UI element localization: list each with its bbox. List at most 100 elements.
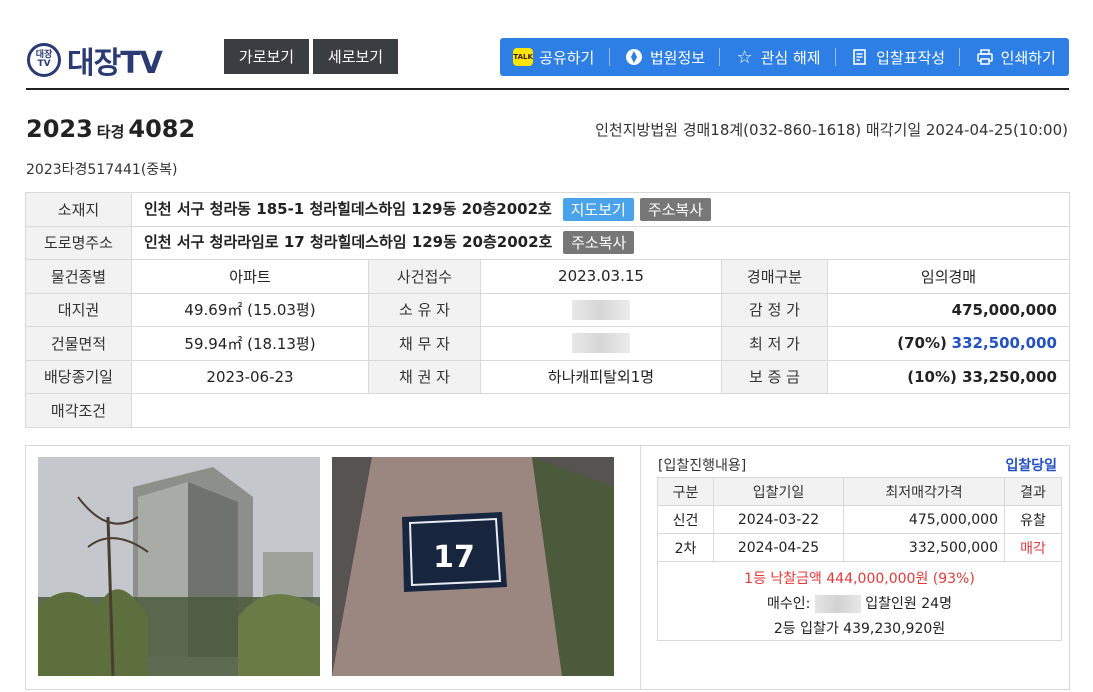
toolbar-divider	[608, 48, 610, 66]
owner-value	[480, 292, 722, 327]
redacted-debtor	[572, 333, 630, 354]
appraisal-amount: 475,000,000	[951, 300, 1057, 319]
share-button[interactable]: TALK 공유하기	[513, 47, 594, 68]
logo-mark-icon: 대장 TV	[27, 43, 61, 77]
site-logo[interactable]: 대장 TV 대장TV	[27, 38, 163, 82]
court-schedule: 인천지방법원 경매18계(032-860-1618) 매각기일 2024-04-…	[595, 121, 1068, 139]
date-cell: 2024-03-22	[713, 505, 844, 534]
court-info-button[interactable]: 법원정보	[624, 47, 705, 68]
action-toolbar: TALK 공유하기 법원정보 ☆ 관심 해제 입찰표작성 인쇄하기	[500, 38, 1069, 76]
receipt-value: 2023.03.15	[480, 259, 722, 294]
header-date: 입찰기일	[713, 477, 844, 506]
road-address: 인천 서구 청라라임로 17 청라힐데스하임 129동 20층2002호	[144, 233, 553, 252]
deadline-value: 2023-06-23	[131, 359, 369, 394]
min-price-label: 최 저 가	[721, 326, 828, 361]
bidder-count: 입찰인원 24명	[865, 596, 952, 612]
map-view-button[interactable]: 지도보기	[562, 197, 634, 221]
auction-type-label: 경매구분	[721, 259, 828, 294]
owner-label: 소 유 자	[368, 292, 481, 327]
vertical-view-button[interactable]: 세로보기	[313, 39, 398, 74]
case-year: 2023	[26, 115, 93, 143]
table-row: 대지권 49.69㎡ (15.03평) 소 유 자 감 정 가 475,000,…	[25, 292, 1070, 327]
copy-address-button[interactable]: 주소복사	[639, 197, 712, 221]
location-address: 인천 서구 청라동 185-1 청라힐데스하임 129동 20층2002호	[144, 199, 552, 218]
table-row: 도로명주소 인천 서구 청라라임로 17 청라힐데스하임 129동 20층200…	[25, 225, 1070, 260]
deposit-amount: (10%) 33,250,000	[907, 367, 1057, 386]
kakaotalk-icon: TALK	[513, 48, 534, 66]
duplicate-case: 2023타경517441(중복)	[26, 162, 178, 178]
receipt-label: 사건접수	[368, 259, 481, 294]
round-cell: 2차	[657, 533, 714, 562]
table-row: 물건종별 아파트 사건접수 2023.03.15 경매구분 임의경매	[25, 259, 1070, 294]
share-label: 공유하기	[539, 48, 595, 67]
unfavorite-button[interactable]: ☆ 관심 해제	[735, 47, 821, 68]
print-label: 인쇄하기	[1000, 48, 1056, 67]
deposit-label: 보 증 금	[721, 359, 828, 394]
header-price: 최저매각가격	[843, 477, 1005, 506]
case-type: 타경	[96, 123, 125, 141]
table-row: 배당종기일 2023-06-23 채 권 자 하나캐피탈외1명 보 증 금 (1…	[25, 359, 1070, 394]
print-button[interactable]: 인쇄하기	[975, 47, 1056, 68]
logo-text: 대장TV	[67, 46, 163, 81]
printer-icon	[975, 48, 995, 66]
court-info-label: 법원정보	[649, 48, 706, 67]
copy-road-address-button[interactable]: 주소복사	[563, 231, 635, 255]
bid-form-button[interactable]: 입찰표작성	[850, 47, 945, 68]
table-row: 매각조건	[25, 393, 1070, 428]
redacted-owner	[572, 299, 630, 320]
star-icon: ☆	[736, 46, 753, 68]
panel-divider	[640, 445, 641, 690]
condition-label: 매각조건	[25, 393, 132, 428]
min-price-pct: (70%)	[897, 334, 947, 353]
appraisal-value: 475,000,000	[827, 292, 1070, 327]
min-price-value: (70%) 332,500,000	[827, 326, 1070, 361]
case-serial: 4082	[128, 115, 196, 143]
redacted-buyer	[814, 595, 861, 613]
table-header-row: 구분 입찰기일 최저매각가격 결과	[657, 477, 1062, 506]
bid-form-label: 입찰표작성	[876, 48, 946, 67]
building-photo[interactable]	[38, 457, 320, 676]
land-value: 49.69㎡ (15.03평)	[131, 292, 369, 327]
plate-number: 17	[433, 540, 475, 575]
price-cell: 475,000,000	[843, 505, 1005, 534]
address-plate-photo[interactable]: 17	[332, 457, 614, 676]
kind-label: 물건종별	[25, 259, 132, 294]
round-cell: 신건	[657, 505, 714, 534]
header-divider	[26, 88, 1069, 90]
min-price-amount: 332,500,000	[951, 334, 1057, 353]
property-info-table: 소재지 인천 서구 청라동 185-1 청라힐데스하임 129동 20층2002…	[25, 192, 1070, 428]
court-emblem-icon	[624, 48, 644, 66]
document-edit-icon	[850, 48, 870, 66]
table-row: 2차 2024-04-25 332,500,000 매각	[657, 533, 1062, 562]
winning-bid: 1등 낙찰금액 444,000,000원 (93%)	[744, 571, 975, 587]
buyer-line: 매수인: 입찰인원 24명	[658, 592, 1061, 617]
deadline-label: 배당종기일	[25, 359, 132, 394]
appraisal-label: 감 정 가	[721, 292, 828, 327]
creditor-value: 하나캐피탈외1명	[480, 359, 722, 394]
location-label: 소재지	[25, 192, 132, 227]
kind-value: 아파트	[131, 259, 369, 294]
land-label: 대지권	[25, 292, 132, 327]
table-row: 소재지 인천 서구 청라동 185-1 청라힐데스하임 129동 20층2002…	[25, 192, 1070, 227]
second-bid: 2등 입찰가 439,230,920원	[773, 621, 946, 637]
horizontal-view-button[interactable]: 가로보기	[224, 39, 309, 74]
toolbar-divider	[959, 48, 961, 66]
location-cell: 인천 서구 청라동 185-1 청라힐데스하임 129동 20층2002호 지도…	[131, 192, 1070, 227]
unfavorite-label: 관심 해제	[760, 48, 821, 67]
bid-day-link[interactable]: 입찰당일	[1005, 455, 1057, 475]
bid-history-title: [입찰진행내용]	[658, 458, 747, 474]
sale-result: 1등 낙찰금액 444,000,000원 (93%) 매수인: 입찰인원 24명…	[657, 561, 1062, 641]
header-result: 결과	[1004, 477, 1062, 506]
result-cell: 매각	[1004, 533, 1062, 562]
table-row: 건물면적 59.94㎡ (18.13평) 채 무 자 최 저 가 (70%) 3…	[25, 326, 1070, 361]
auction-type-value: 임의경매	[827, 259, 1070, 294]
condition-value	[131, 393, 1070, 428]
header-round: 구분	[657, 477, 714, 506]
result-cell: 유찰	[1004, 505, 1062, 534]
building-label: 건물면적	[25, 326, 132, 361]
buyer-label: 매수인:	[767, 596, 811, 612]
debtor-value	[480, 326, 722, 361]
table-row: 신건 2024-03-22 475,000,000 유찰	[657, 505, 1062, 534]
road-address-cell: 인천 서구 청라라임로 17 청라힐데스하임 129동 20층2002호 주소복…	[131, 225, 1070, 260]
toolbar-divider	[719, 48, 721, 66]
